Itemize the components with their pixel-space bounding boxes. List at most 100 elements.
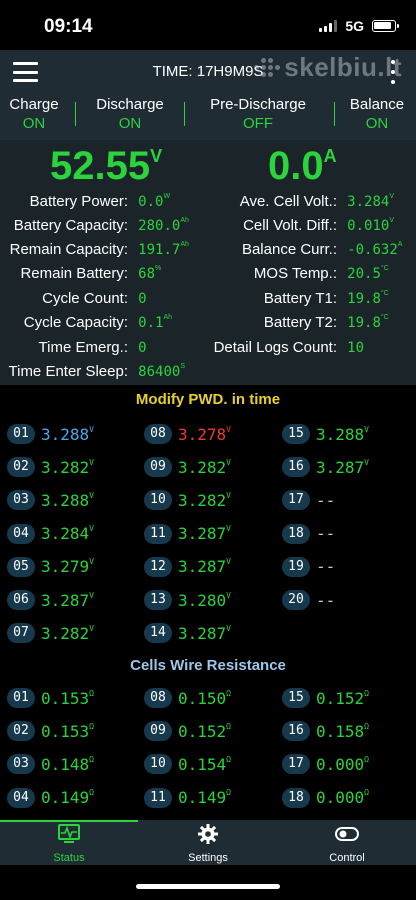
cell-unit: Ω: [364, 721, 369, 731]
stat-unit: V: [389, 193, 394, 200]
stat-label: Remain Capacity:: [9, 241, 128, 258]
cell-value: 3.282V: [41, 624, 94, 643]
cell-voltage-14: 14 3.287V: [144, 623, 231, 644]
cell-voltage-09: 09 3.282V: [144, 457, 231, 478]
cell-voltage-17: 17 --: [282, 490, 336, 511]
stat-value: 3.284: [347, 194, 390, 210]
cell-index-badge: 12: [144, 556, 172, 577]
cell-value: 0.149Ω: [178, 788, 231, 807]
current-value: 0.0: [268, 144, 324, 188]
more-options-icon[interactable]: [390, 60, 396, 84]
switch-label: Discharge: [96, 96, 164, 113]
stat-unit: S: [180, 363, 185, 370]
cell-index-badge: 17: [282, 754, 310, 775]
tab-status[interactable]: Status: [0, 824, 138, 864]
stat-label: Balance Curr.:: [241, 241, 337, 258]
divider: [184, 102, 185, 126]
stat-label: Battery T1:: [263, 290, 337, 307]
switch-charge[interactable]: Charge ON: [8, 96, 60, 132]
switch-value: ON: [365, 115, 389, 132]
cell-index-badge: 01: [7, 424, 35, 444]
stat-label: Battery T2:: [263, 314, 337, 331]
tab-settings[interactable]: Settings: [139, 824, 277, 864]
stat-cycle-count: Cycle Count: 0: [0, 290, 146, 307]
cell-index-badge: 15: [282, 688, 310, 708]
cell-value-text: 3.282: [178, 457, 227, 477]
stat-value: 86400: [138, 364, 181, 380]
pulse-monitor-icon: [58, 824, 80, 843]
cell-unit: V: [226, 623, 231, 633]
wire-resistance-02: 02 0.153Ω: [7, 721, 94, 742]
total-voltage-readout: 52.55V: [50, 144, 162, 189]
cell-unit: V: [226, 557, 231, 567]
cell-value: 3.282V: [41, 458, 94, 477]
cell-value-text: 0.153: [41, 721, 90, 741]
cell-index-badge: 06: [7, 590, 35, 610]
stat-value: 19.8: [347, 291, 381, 307]
stat-time-emerg: Time Emerg.: 0: [0, 339, 147, 356]
wire-resistance-18: 18 0.000Ω: [282, 787, 369, 808]
cell-value: 0.158Ω: [316, 722, 369, 741]
cell-value-text: 3.287: [178, 524, 227, 544]
divider: [334, 102, 335, 126]
wire-resistance-01: 01 0.153Ω: [7, 688, 94, 708]
wire-resistance-03: 03 0.148Ω: [7, 754, 94, 775]
wire-resistance-16: 16 0.158Ω: [282, 721, 369, 742]
tab-control[interactable]: Control: [278, 824, 416, 864]
cell-value-text: 0.152: [316, 688, 365, 708]
cell-unit: V: [89, 490, 94, 500]
cell-index-badge: 02: [7, 457, 35, 478]
switch-pre-discharge[interactable]: Pre-Discharge OFF: [204, 96, 312, 132]
cell-value-text: --: [316, 490, 336, 510]
cell-value: 3.287V: [178, 524, 231, 543]
stat-cell-volt-diff: Cell Volt. Diff.: 0.010V: [137, 217, 394, 234]
cell-value: 3.282V: [178, 458, 231, 477]
switch-balance[interactable]: Balance ON: [346, 96, 408, 132]
tab-label: Control: [329, 852, 365, 864]
cell-value: 3.279V: [41, 557, 94, 576]
cell-index-badge: 16: [282, 457, 310, 478]
cell-unit: V: [364, 457, 369, 467]
cell-index-badge: 20: [282, 590, 310, 610]
battery-icon: [372, 20, 399, 32]
cell-index-badge: 10: [144, 490, 172, 511]
cell-value-text: 3.280: [178, 590, 227, 610]
cell-voltage-16: 16 3.287V: [282, 457, 369, 478]
cell-value-text: 3.284: [41, 524, 90, 544]
cell-voltage-18: 18 --: [282, 523, 335, 544]
cell-voltage-19: 19 --: [282, 556, 335, 577]
stat-ave-cell-volt: Ave. Cell Volt.: 3.284V: [137, 193, 394, 210]
cell-index-badge: 04: [7, 787, 35, 808]
switch-discharge[interactable]: Discharge ON: [90, 96, 170, 132]
cell-value: 3.278V: [178, 425, 231, 444]
stat-balance-curr: Balance Curr.: -0.632A: [137, 241, 402, 258]
home-indicator[interactable]: [136, 884, 280, 889]
stat-label: Cycle Capacity:: [23, 314, 128, 331]
cell-value: 3.287V: [316, 458, 369, 477]
cell-value-text: 0.153: [41, 688, 90, 708]
stat-battery-t2: Battery T2: 19.8°C: [137, 314, 389, 331]
stat-label: Battery Capacity:: [13, 217, 128, 234]
switch-label: Balance: [349, 96, 405, 113]
cell-voltage-02: 02 3.282V: [7, 457, 94, 478]
switch-label: Charge: [9, 96, 59, 113]
stat-unit: A: [397, 241, 403, 248]
cell-value: 3.280V: [178, 591, 231, 610]
cell-unit: Ω: [226, 688, 231, 698]
cell-value-text: 0.000: [316, 788, 365, 808]
cell-value-text: 3.287: [316, 457, 365, 477]
cell-voltage-20: 20 --: [282, 590, 335, 610]
cell-unit: V: [89, 524, 94, 534]
cellular-signal-icon: [319, 20, 338, 32]
wire-resistance-04: 04 0.149Ω: [7, 787, 94, 808]
cell-value-text: 0.154: [178, 754, 227, 774]
cell-index-badge: 09: [144, 721, 172, 742]
cell-value: 3.288V: [41, 491, 94, 510]
cell-value-text: 3.287: [41, 590, 90, 610]
cell-unit: V: [89, 557, 94, 567]
cells-section-title[interactable]: Modify PWD. in time: [0, 391, 416, 408]
cell-value: 0.000Ω: [316, 755, 369, 774]
stat-detail-logs-count[interactable]: Detail Logs Count: 10: [137, 339, 364, 356]
cell-index-badge: 01: [7, 688, 35, 708]
cell-unit: V: [89, 424, 94, 434]
